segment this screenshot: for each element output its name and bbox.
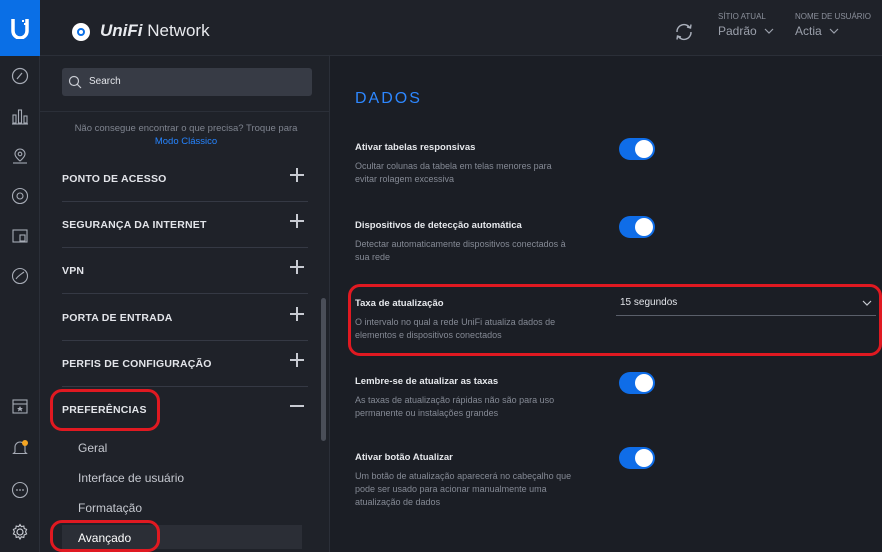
- setting-title: Lembre-se de atualizar as taxas: [355, 376, 499, 387]
- classic-mode-link[interactable]: Modo Clássico: [155, 136, 217, 147]
- ubiquiti-logo-icon[interactable]: [0, 0, 40, 56]
- section-label: SEGURANÇA DA INTERNET: [62, 219, 207, 231]
- devices-icon[interactable]: [11, 187, 29, 205]
- setting-description: Ocultar colunas da tabela em telas menor…: [355, 161, 552, 184]
- statistics-icon[interactable]: [11, 107, 29, 125]
- setting-description: Um botão de atualização aparecerá no cab…: [355, 471, 572, 507]
- settings-gear-icon[interactable]: [11, 523, 29, 541]
- site-selector[interactable]: SÍTIO ATUAL Padrão: [718, 12, 774, 38]
- auto-detect-devices-toggle[interactable]: [619, 216, 655, 238]
- hint-text: Não consegue encontrar o que precisa? Tr…: [74, 123, 298, 134]
- divider: [40, 111, 330, 112]
- expand-plus-icon[interactable]: [290, 214, 304, 228]
- calendar-icon[interactable]: [11, 397, 29, 415]
- classic-mode-hint: Não consegue encontrar o que precisa? Tr…: [50, 122, 322, 148]
- section-label: PORTA DE ENTRADA: [62, 312, 173, 324]
- dashboard-icon[interactable]: [11, 67, 29, 85]
- setting-responsive-tables: Ativar tabelas responsivas Ocultar colun…: [355, 142, 615, 186]
- chevron-down-icon: [829, 28, 839, 34]
- section-internet-security[interactable]: SEGURANÇA DA INTERNET: [62, 202, 308, 248]
- chevron-down-icon: [764, 28, 774, 34]
- expand-plus-icon[interactable]: [290, 307, 304, 321]
- setting-title: Ativar botão Atualizar: [355, 452, 453, 463]
- responsive-tables-toggle[interactable]: [619, 138, 655, 160]
- section-label: PERFIS DE CONFIGURAÇÃO: [62, 358, 212, 370]
- user-selector[interactable]: NOME DE USUÁRIO Actia: [795, 12, 871, 38]
- section-heading: DADOS: [355, 90, 422, 107]
- sub-item-user-interface[interactable]: Interface de usuário: [78, 471, 184, 485]
- expand-plus-icon[interactable]: [290, 260, 304, 274]
- app-title: UniFi Network: [100, 21, 210, 40]
- section-vpn[interactable]: VPN: [62, 248, 308, 294]
- sub-item-formatting[interactable]: Formatação: [78, 501, 142, 515]
- setting-description: As taxas de atualização rápidas não são …: [355, 395, 555, 418]
- section-config-profiles[interactable]: PERFIS DE CONFIGURAÇÃO: [62, 341, 308, 387]
- remember-rates-toggle[interactable]: [619, 372, 655, 394]
- search-icon: [68, 75, 82, 89]
- setting-description: Detectar automaticamente dispositivos co…: [355, 239, 566, 262]
- alerts-icon[interactable]: [11, 439, 29, 457]
- expand-plus-icon[interactable]: [290, 168, 304, 182]
- sidebar-scrollbar[interactable]: [321, 298, 326, 441]
- search-input[interactable]: Search: [89, 76, 121, 87]
- insights-icon[interactable]: [11, 267, 29, 285]
- settings-sidebar: Search Não consegue encontrar o que prec…: [40, 56, 330, 552]
- search-box[interactable]: Search: [62, 68, 312, 96]
- annotation-advanced: [50, 520, 160, 552]
- expand-plus-icon[interactable]: [290, 353, 304, 367]
- site-label: SÍTIO ATUAL: [718, 12, 766, 21]
- unifi-app-icon: [72, 23, 90, 41]
- setting-title: Ativar tabelas responsivas: [355, 142, 476, 153]
- site-value: Padrão: [718, 24, 757, 38]
- section-gateway[interactable]: PORTA DE ENTRADA: [62, 295, 308, 341]
- refresh-icon[interactable]: [673, 21, 695, 43]
- map-icon[interactable]: [11, 147, 29, 165]
- section-access-point[interactable]: PONTO DE ACESSO: [62, 156, 308, 202]
- top-bar: UniFi Network SÍTIO ATUAL Padrão NOME DE…: [0, 0, 882, 56]
- collapse-minus-icon[interactable]: [290, 399, 304, 413]
- chat-icon[interactable]: [11, 481, 29, 499]
- sub-item-general[interactable]: Geral: [78, 441, 107, 455]
- annotation-preferences: [50, 389, 160, 431]
- setting-auto-detect-devices: Dispositivos de detecção automática Dete…: [355, 220, 615, 264]
- nav-rail: [0, 56, 40, 552]
- clients-icon[interactable]: [11, 227, 29, 245]
- user-label: NOME DE USUÁRIO: [795, 12, 872, 21]
- setting-remember-rates: Lembre-se de atualizar as taxas As taxas…: [355, 376, 615, 420]
- section-label: PONTO DE ACESSO: [62, 173, 167, 185]
- annotation-refresh-rate: [348, 284, 882, 356]
- refresh-button-toggle[interactable]: [619, 447, 655, 469]
- user-value: Actia: [795, 24, 822, 38]
- setting-title: Dispositivos de detecção automática: [355, 220, 522, 231]
- setting-refresh-button: Ativar botão Atualizar Um botão de atual…: [355, 452, 615, 509]
- section-label: VPN: [62, 265, 85, 277]
